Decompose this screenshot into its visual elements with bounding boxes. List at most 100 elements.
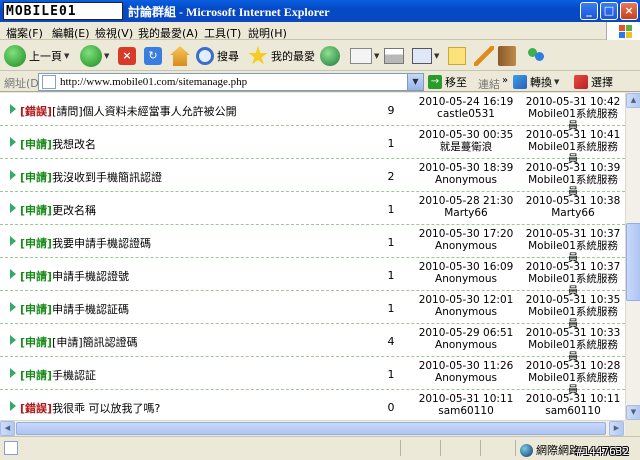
topic-link[interactable]: [申請]簡訊認證碼 (52, 336, 138, 349)
topic-link[interactable]: 我很乖 可以放我了嗎? (52, 402, 160, 415)
address-dropdown-icon[interactable]: ▼ (407, 74, 423, 90)
edit-button[interactable]: ▼ (412, 44, 439, 68)
updated-time: 2010-05-31 10:33 (525, 327, 621, 339)
chevron-right-icon[interactable]: » (502, 75, 508, 86)
chevron-down-icon: ▼ (434, 52, 440, 60)
mail-button[interactable]: ▼ (350, 44, 379, 68)
bullet-triangle-icon (10, 269, 16, 279)
created-time: 2010-05-30 17:20 (418, 228, 514, 240)
author-link[interactable]: Anonymous (416, 174, 516, 186)
topic-tag: [申請] (20, 237, 53, 250)
table-row[interactable]: [申請]申請手機認証碼 1 2010-05-30 12:01 Anonymous … (0, 291, 625, 330)
horizontal-scrollbar[interactable]: ◀ ▶ (0, 420, 625, 436)
reply-count: 2 (387, 170, 395, 183)
refresh-button[interactable]: ↻ (144, 44, 162, 68)
translate-button[interactable]: 轉換 ▼ (513, 74, 559, 90)
reply-count: 4 (387, 335, 395, 348)
home-icon (170, 46, 190, 66)
topic-link[interactable]: 手機認証 (52, 369, 96, 382)
address-url: http://www.mobile01.com/sitemanage.php (60, 76, 248, 88)
topic-link[interactable]: 我沒收到手機簡訊認證 (52, 171, 162, 184)
history-button[interactable] (320, 44, 340, 68)
forward-button[interactable]: ▼ (80, 44, 109, 68)
author-link[interactable]: Anonymous (416, 339, 516, 351)
scroll-left-icon[interactable]: ◀ (0, 421, 15, 436)
horizontal-scroll-thumb[interactable] (16, 422, 606, 435)
research-button[interactable] (498, 44, 516, 68)
links-label[interactable]: 連結 (478, 76, 500, 92)
bullet-triangle-icon (10, 236, 16, 246)
table-row[interactable]: [申請]我沒收到手機簡訊認證 2 2010-05-30 18:39 Anonymo… (0, 159, 625, 198)
select-button[interactable]: 選擇 (574, 74, 613, 90)
notes-button[interactable] (448, 44, 466, 68)
search-button[interactable]: 搜尋 (196, 44, 239, 68)
table-row[interactable]: [申請]申請手機認證號 1 2010-05-30 16:09 Anonymous … (0, 258, 625, 297)
pen-button[interactable] (474, 44, 494, 68)
status-divider (440, 440, 441, 456)
topic-link[interactable]: 申請手機認證號 (52, 270, 129, 283)
author-link[interactable]: sam60110 (416, 405, 516, 417)
table-row[interactable]: [申請]我想改名 1 2010-05-30 00:35 就是蔓衛浪 2010-05… (0, 126, 625, 165)
author-link[interactable]: Anonymous (416, 306, 516, 318)
topic-link[interactable]: 我想改名 (52, 138, 96, 151)
author-link[interactable]: Marty66 (416, 207, 516, 219)
vertical-scroll-thumb[interactable] (626, 223, 640, 301)
updated-time: 2010-05-31 10:11 (525, 393, 621, 405)
author-link[interactable]: 就是蔓衛浪 (416, 141, 516, 153)
toolbar: 上一頁 ▼ ▼ × ↻ 搜尋 我的最愛 ▼ ▼ (0, 41, 640, 71)
back-button[interactable]: 上一頁 ▼ (4, 44, 69, 68)
table-row[interactable]: [申請]手機認証 1 2010-05-30 11:26 Anonymous 201… (0, 357, 625, 396)
history-icon (320, 46, 340, 66)
updated-time: 2010-05-31 10:39 (525, 162, 621, 174)
menu-edit[interactable]: 編輯(E) (52, 25, 90, 41)
topic-link[interactable]: 申請手機認証碼 (52, 303, 129, 316)
address-input[interactable]: http://www.mobile01.com/sitemanage.php ▼ (38, 73, 424, 91)
author-link[interactable]: Anonymous (416, 273, 516, 285)
author-link[interactable]: Anonymous (416, 240, 516, 252)
print-button[interactable] (384, 44, 404, 68)
scroll-up-icon[interactable]: ▲ (626, 93, 640, 108)
scrollbar-corner (625, 420, 640, 435)
maximize-button[interactable]: □ (600, 2, 618, 20)
minimize-button[interactable]: _ (580, 2, 598, 20)
author-link[interactable]: Anonymous (416, 372, 516, 384)
messenger-button[interactable] (526, 44, 546, 68)
vertical-scrollbar[interactable]: ▲ ▼ (625, 93, 640, 420)
table-row[interactable]: [錯誤]我很乖 可以放我了嗎? 0 2010-05-31 10:11 sam601… (0, 390, 625, 420)
updater-link[interactable]: sam60110 (523, 405, 623, 417)
table-row[interactable]: [錯誤][請問]個人資料未經當事人允許被公開 9 2010-05-24 16:1… (0, 93, 625, 132)
scroll-down-icon[interactable]: ▼ (626, 405, 640, 420)
bullet-triangle-icon (10, 170, 16, 180)
author-link[interactable]: castle0531 (416, 108, 516, 120)
reply-count: 0 (387, 401, 395, 414)
edit-page-icon (412, 48, 432, 64)
created-time: 2010-05-30 18:39 (418, 162, 514, 174)
scroll-right-icon[interactable]: ▶ (609, 421, 624, 436)
table-row[interactable]: [申請][申請]簡訊認證碼 4 2010-05-29 06:51 Anonymou… (0, 324, 625, 363)
chevron-down-icon: ▼ (374, 52, 380, 60)
created-time: 2010-05-31 10:11 (418, 393, 514, 405)
home-button[interactable] (170, 44, 190, 68)
forward-arrow-icon (80, 45, 102, 67)
reply-count: 1 (387, 236, 395, 249)
menu-view[interactable]: 檢視(V) (95, 25, 133, 41)
table-row[interactable]: [申請]更改名稱 1 2010-05-28 21:30 Marty66 2010-… (0, 192, 625, 225)
menu-favorites[interactable]: 我的最愛(A) (138, 25, 198, 41)
go-arrow-icon: → (428, 75, 442, 89)
stop-button[interactable]: × (118, 44, 136, 68)
menu-file[interactable]: 檔案(F) (6, 25, 43, 41)
topic-link[interactable]: 更改名稱 (52, 204, 96, 217)
close-button[interactable]: × (620, 2, 638, 20)
windows-logo-icon (606, 22, 640, 40)
menu-help[interactable]: 說明(H) (248, 25, 287, 41)
favorites-button[interactable]: 我的最愛 (248, 44, 315, 68)
search-label: 搜尋 (217, 50, 239, 63)
menu-tools[interactable]: 工具(T) (204, 25, 241, 41)
go-button[interactable]: → 移至 (428, 74, 467, 90)
table-row[interactable]: [申請]我要申請手機認證碼 1 2010-05-30 17:20 Anonymou… (0, 225, 625, 264)
topic-link[interactable]: 我要申請手機認證碼 (52, 237, 151, 250)
topic-link[interactable]: [請問]個人資料未經當事人允許被公開 (52, 105, 237, 118)
reply-count: 1 (387, 269, 395, 282)
topic-tag: [申請] (20, 204, 53, 217)
updater-link[interactable]: Marty66 (523, 207, 623, 219)
